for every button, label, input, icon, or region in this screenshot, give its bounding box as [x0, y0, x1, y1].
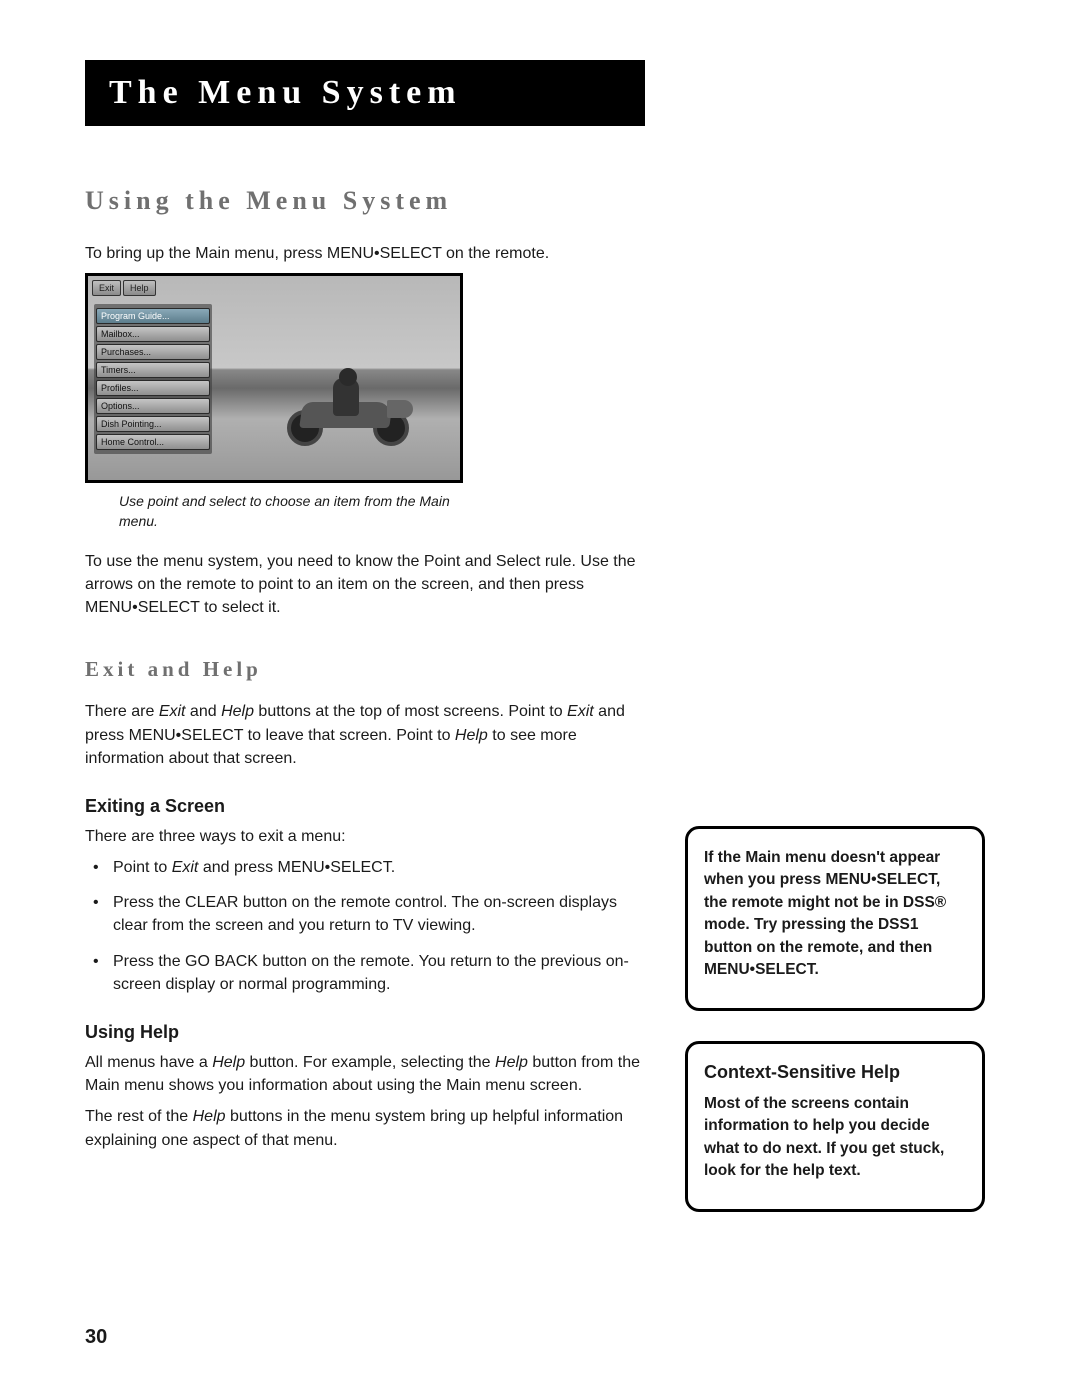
tip-text: Most of the screens contain information … [704, 1093, 966, 1183]
section-using-help-p1: All menus have a Help button. For exampl… [85, 1051, 645, 1097]
page-title-bar: The Menu System [85, 60, 645, 126]
text: button. For example, selecting the [245, 1054, 495, 1071]
section-exiting-intro: There are three ways to exit a menu: [85, 825, 645, 848]
main-column: Using the Menu System To bring up the Ma… [85, 186, 645, 1242]
section-using-help-p2: The rest of the Help buttons in the menu… [85, 1105, 645, 1151]
page-number: 30 [85, 1326, 107, 1349]
italic-exit: Exit [567, 703, 594, 720]
page-title: The Menu System [109, 74, 621, 112]
italic-help: Help [212, 1054, 245, 1071]
text: Point to [113, 859, 172, 876]
list-item: Press the CLEAR button on the remote con… [85, 891, 645, 937]
exiting-list: Point to Exit and press MENU•SELECT. Pre… [85, 856, 645, 996]
italic-help: Help [495, 1054, 528, 1071]
section-using-heading: Using the Menu System [85, 186, 645, 216]
motorcycle-icon [283, 376, 413, 446]
screenshot-menu: Program Guide... Mailbox... Purchases...… [94, 304, 212, 454]
menu-mailbox: Mailbox... [96, 326, 210, 342]
menu-purchases: Purchases... [96, 344, 210, 360]
menu-timers: Timers... [96, 362, 210, 378]
menu-dish-pointing: Dish Pointing... [96, 416, 210, 432]
text: There are [85, 703, 159, 720]
screenshot-tabbar: Exit Help [92, 280, 156, 296]
tip-box-dss-mode: If the Main menu doesn't appear when you… [685, 826, 985, 1011]
section-using-p1: To bring up the Main menu, press MENU•SE… [85, 242, 645, 265]
section-using-p2: To use the menu system, you need to know… [85, 550, 645, 620]
section-exit-help-p: There are Exit and Help buttons at the t… [85, 700, 645, 770]
menu-profiles: Profiles... [96, 380, 210, 396]
italic-help: Help [221, 703, 254, 720]
section-using-help-heading: Using Help [85, 1022, 645, 1043]
tip-box-context-help: Context-Sensitive Help Most of the scree… [685, 1041, 985, 1212]
screenshot-caption: Use point and select to choose an item f… [119, 491, 459, 532]
text: The rest of the [85, 1108, 193, 1125]
list-item: Point to Exit and press MENU•SELECT. [85, 856, 645, 879]
italic-help: Help [455, 727, 488, 744]
menu-home-control: Home Control... [96, 434, 210, 450]
text: All menus have a [85, 1054, 212, 1071]
text: buttons at the top of most screens. Poin… [254, 703, 567, 720]
section-exit-help-heading: Exit and Help [85, 657, 645, 682]
tip-heading: Context-Sensitive Help [704, 1062, 966, 1083]
list-item: Press the GO BACK button on the remote. … [85, 950, 645, 996]
text: and [185, 703, 221, 720]
tip-text: If the Main menu doesn't appear when you… [704, 847, 966, 982]
screenshot-exit-tab: Exit [92, 280, 121, 296]
aside-column: If the Main menu doesn't appear when you… [685, 186, 985, 1242]
section-exiting-heading: Exiting a Screen [85, 796, 645, 817]
italic-help: Help [193, 1108, 226, 1125]
screenshot-help-tab: Help [123, 280, 156, 296]
menu-program-guide: Program Guide... [96, 308, 210, 324]
menu-options: Options... [96, 398, 210, 414]
page-content: Using the Menu System To bring up the Ma… [85, 186, 995, 1242]
text: and press MENU•SELECT. [198, 859, 395, 876]
main-menu-screenshot: Exit Help Program Guide... Mailbox... Pu… [85, 273, 463, 483]
italic-exit: Exit [159, 703, 186, 720]
italic-exit: Exit [172, 859, 199, 876]
